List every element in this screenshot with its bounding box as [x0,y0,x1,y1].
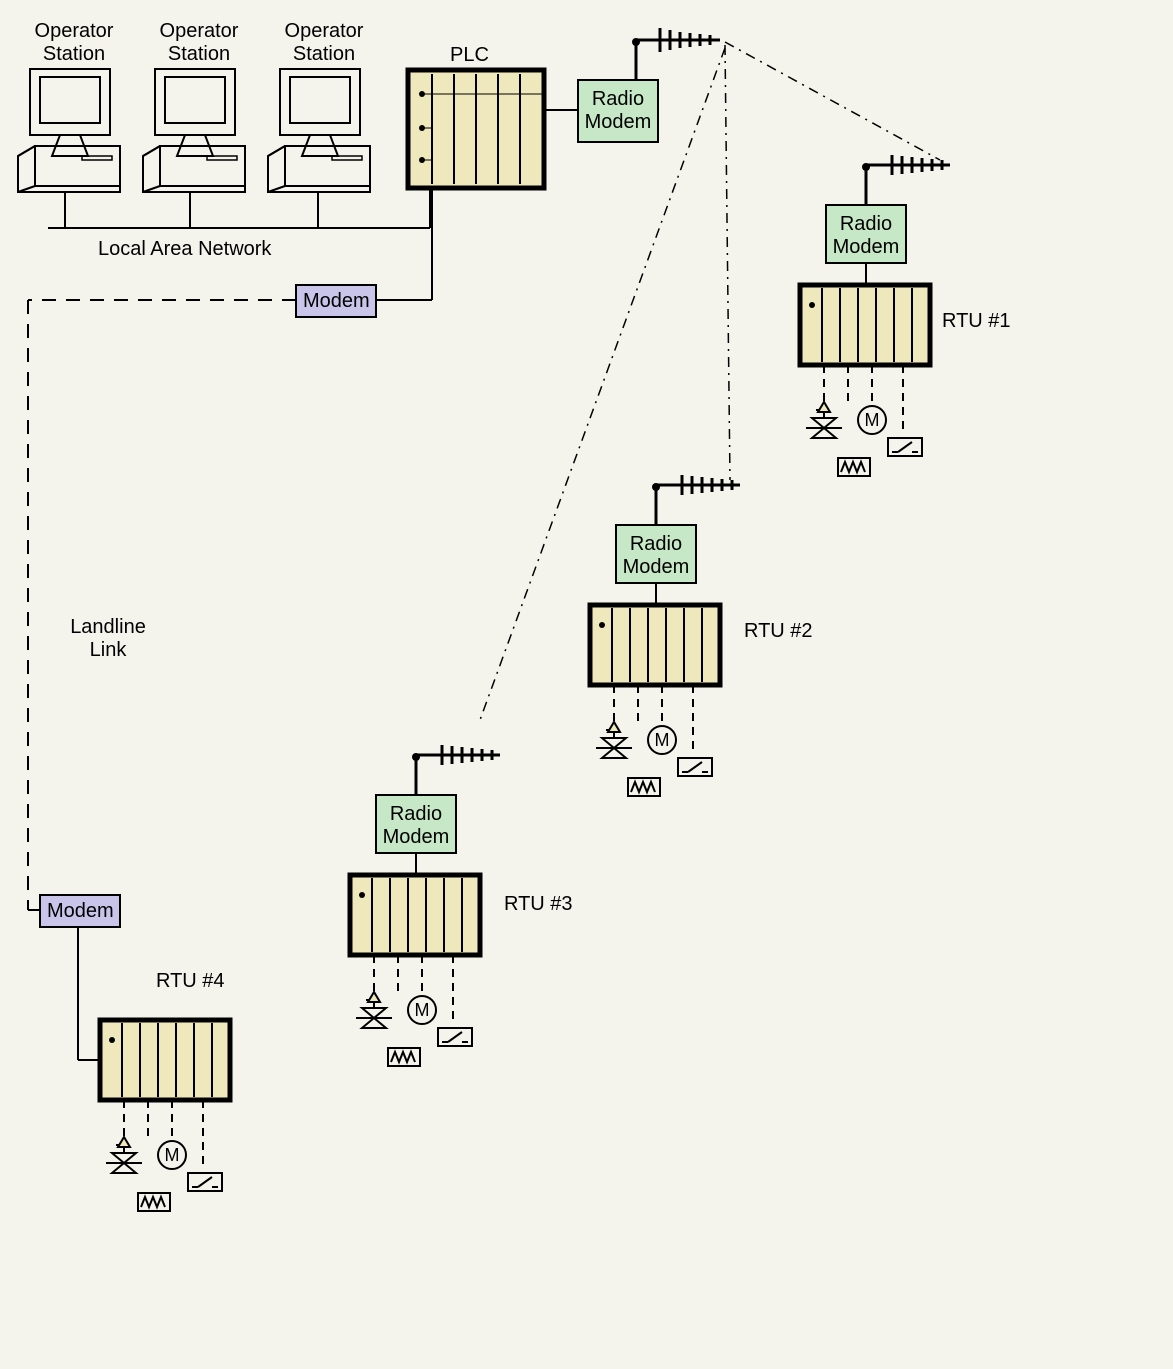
operator-station-1 [18,69,120,192]
landline-label: Landline Link [63,616,153,662]
rtu1-label: RTU #1 [942,310,1011,333]
operator1-label: Operator Station [24,20,124,66]
rtu-2: M [590,475,740,796]
rtu4-label: RTU #4 [156,970,225,993]
rtu2-radio-label: Radio Modem [620,533,692,579]
rtu2-label: RTU #2 [744,620,813,643]
modem-top-label: Modem [303,290,370,313]
svg-text:M: M [655,730,670,750]
operator3-label: Operator Station [274,20,374,66]
rtu-4: M [100,1020,230,1211]
switch-icon [888,438,922,456]
heater-icon [838,458,870,476]
rtu3-radio-label: Radio Modem [380,803,452,849]
plc-label: PLC [450,44,489,67]
operator-station-2 [143,69,245,192]
motor-icon: M [858,406,886,434]
plc-rack [408,70,544,188]
svg-text:M: M [415,1000,430,1020]
rtu-1: M [800,155,950,476]
svg-text:M: M [865,410,880,430]
rtu3-label: RTU #3 [504,893,573,916]
valve-icon [806,402,842,438]
modem-bottom-label: Modem [47,900,114,923]
operator-station-3 [268,69,370,192]
svg-text:M: M [165,1145,180,1165]
rtu-3: M [350,745,500,1066]
lan-label: Local Area Network [98,238,271,261]
rtu1-radio-label: Radio Modem [830,213,902,259]
radio-modem-main-label: Radio Modem [582,88,654,134]
operator2-label: Operator Station [149,20,249,66]
